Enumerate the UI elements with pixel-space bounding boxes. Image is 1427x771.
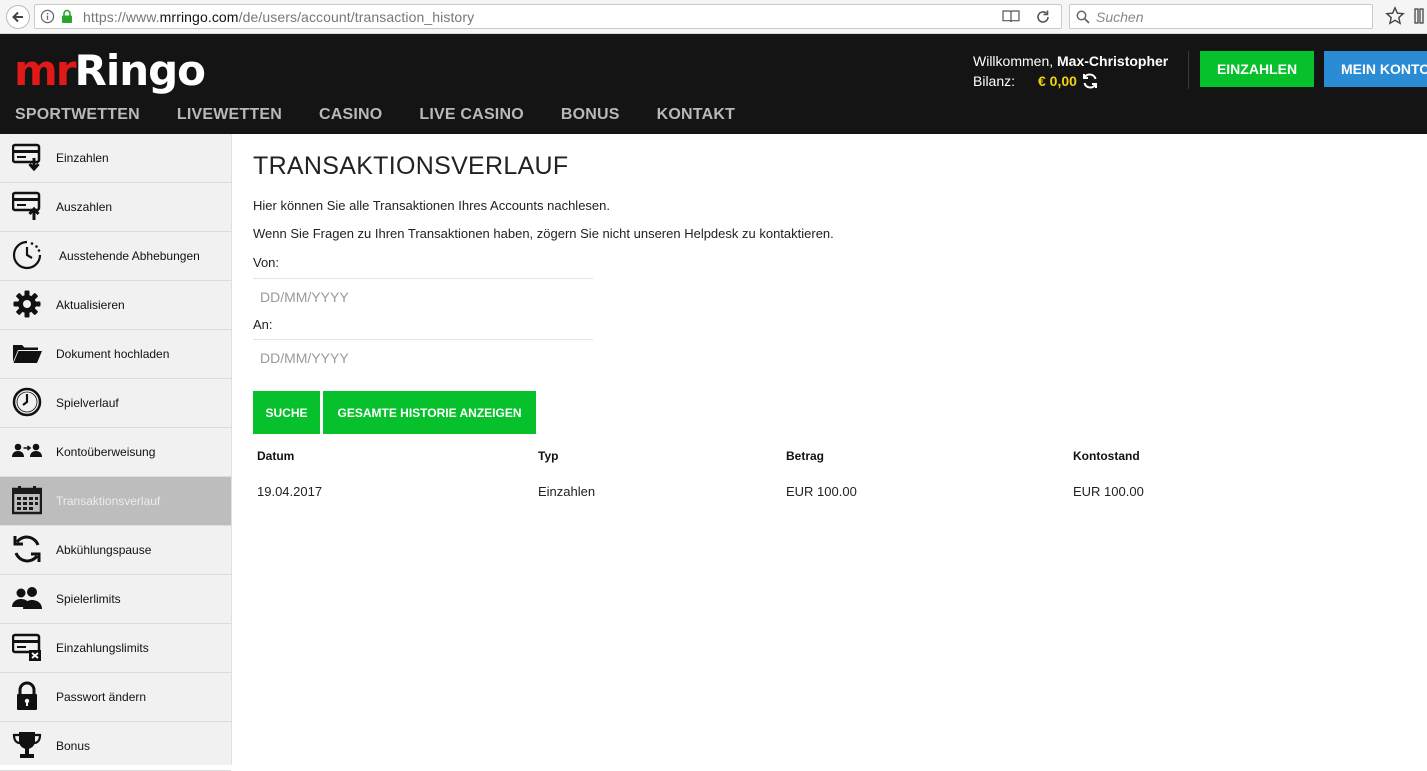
sidebar-item-aktualisieren[interactable]: Aktualisieren xyxy=(0,281,231,330)
table-cell-date: 19.04.2017 xyxy=(257,484,323,499)
secure-lock-icon[interactable] xyxy=(60,9,74,24)
calendar-icon xyxy=(11,484,43,516)
reload-icon[interactable] xyxy=(1035,9,1051,25)
from-label: Von: xyxy=(253,255,280,270)
sidebar-item-kontoueberweisung[interactable]: Kontoüberweisung xyxy=(0,428,231,477)
deposit-card-icon xyxy=(11,141,43,173)
browser-toolbar: https://www.mrringo.com/de/users/account… xyxy=(0,0,1427,34)
sidebar-item-ausstehende-abhebungen[interactable]: Ausstehende Abhebungen xyxy=(0,232,231,281)
lock-icon xyxy=(11,680,43,712)
site-logo[interactable]: mr Ringo xyxy=(14,42,206,92)
sidebar-item-dokument-hochladen[interactable]: Dokument hochladen xyxy=(0,330,231,379)
refresh-balance-icon[interactable] xyxy=(1081,72,1099,90)
nav-live-casino[interactable]: LIVE CASINO xyxy=(419,106,523,124)
account-sidebar: Einzahlen Auszahlen Ausstehende Abhebung… xyxy=(0,134,232,771)
balance-label: Bilanz: xyxy=(973,73,1016,89)
sidebar-item-auszahlen[interactable]: Auszahlen xyxy=(0,183,231,232)
sidebar-item-spielerlimits[interactable]: Spielerlimits xyxy=(0,575,231,624)
helpdesk-text: Wenn Sie Fragen zu Ihren Transaktionen h… xyxy=(253,226,834,241)
column-header-kontostand: Kontostand xyxy=(1073,449,1140,463)
sidebar-item-einzahlungslimits[interactable]: Einzahlungslimits xyxy=(0,624,231,673)
my-account-button[interactable]: MEIN KONTO xyxy=(1324,51,1427,87)
url-bar[interactable]: https://www.mrringo.com/de/users/account… xyxy=(34,4,1062,29)
column-header-betrag: Betrag xyxy=(786,449,825,463)
nav-livewetten[interactable]: LIVEWETTEN xyxy=(177,106,282,124)
users-icon xyxy=(11,582,43,614)
arrow-left-icon xyxy=(12,11,23,23)
site-header: mr Ringo Willkommen, Max-Christopher Bila… xyxy=(0,34,1427,134)
refresh-icon xyxy=(11,533,43,565)
header-divider xyxy=(1188,51,1189,89)
clock-icon xyxy=(11,386,43,418)
card-limit-icon xyxy=(11,631,43,663)
main-nav: SPORTWETTEN LIVEWETTEN CASINO LIVE CASIN… xyxy=(15,106,772,124)
withdraw-card-icon xyxy=(11,190,43,222)
sidebar-item-bonus[interactable]: Bonus xyxy=(0,722,231,771)
url-text[interactable]: https://www.mrringo.com/de/users/account… xyxy=(83,9,474,25)
gear-icon xyxy=(11,288,43,320)
page-title: TRANSAKTIONSVERLAUF xyxy=(253,152,569,180)
from-date-input[interactable] xyxy=(253,278,593,314)
nav-kontakt[interactable]: KONTAKT xyxy=(657,106,735,124)
search-icon xyxy=(1076,10,1090,24)
table-cell-balance: EUR 100.00 xyxy=(1073,484,1144,499)
deposit-button[interactable]: EINZAHLEN xyxy=(1200,51,1314,87)
nav-sportwetten[interactable]: SPORTWETTEN xyxy=(15,106,140,124)
table-cell-type: Einzahlen xyxy=(538,484,596,499)
pending-clock-icon xyxy=(11,239,43,271)
user-transfer-icon xyxy=(11,435,43,467)
sidebar-item-abkuehlungspause[interactable]: Abkühlungspause xyxy=(0,526,231,575)
welcome-text: Willkommen, Max-Christopher xyxy=(973,53,1169,69)
bookmark-star-icon[interactable] xyxy=(1385,6,1405,26)
nav-casino[interactable]: CASINO xyxy=(319,106,382,124)
info-icon[interactable] xyxy=(40,9,55,24)
sidebar-item-einzahlen[interactable]: Einzahlen xyxy=(0,134,231,183)
table-cell-amount: EUR 100.00 xyxy=(786,484,857,499)
sidebar-item-passwort-aendern[interactable]: Passwort ändern xyxy=(0,673,231,722)
sidebar-item-transaktionsverlauf[interactable]: Transaktionsverlauf xyxy=(0,477,231,526)
to-label: An: xyxy=(253,317,273,332)
show-full-history-button[interactable]: GESAMTE HISTORIE ANZEIGEN xyxy=(323,391,536,434)
nav-bonus[interactable]: BONUS xyxy=(561,106,620,124)
library-icon[interactable] xyxy=(1414,8,1427,24)
column-header-typ: Typ xyxy=(538,449,559,463)
intro-text: Hier können Sie alle Transaktionen Ihres… xyxy=(253,198,610,213)
username: Max-Christopher xyxy=(1057,53,1169,69)
browser-search-box[interactable]: Suchen xyxy=(1069,4,1373,29)
back-button[interactable] xyxy=(6,5,30,29)
trophy-icon xyxy=(11,729,43,761)
folder-icon xyxy=(11,337,43,369)
balance-value: € 0,00 xyxy=(1038,73,1077,89)
column-header-datum: Datum xyxy=(257,449,295,463)
reader-view-icon[interactable] xyxy=(1002,9,1020,24)
sidebar-item-spielverlauf[interactable]: Spielverlauf xyxy=(0,379,231,428)
search-placeholder: Suchen xyxy=(1096,9,1144,25)
to-date-input[interactable] xyxy=(253,339,593,375)
search-button[interactable]: SUCHE xyxy=(253,391,320,434)
